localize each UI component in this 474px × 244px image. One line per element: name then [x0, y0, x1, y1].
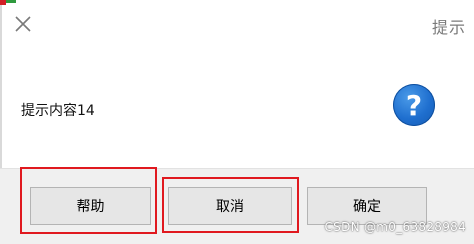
help-button[interactable]: 帮助	[30, 187, 151, 225]
cancel-button[interactable]: 取消	[168, 187, 292, 225]
close-button[interactable]	[10, 11, 36, 37]
close-icon	[15, 16, 31, 32]
question-icon: ?	[393, 84, 435, 126]
background-window-fragment	[6, 0, 16, 3]
dialog-message: 提示内容14	[21, 103, 95, 119]
message-dialog: 提示 提示内容14 ? 帮助 取消 确定 CSDN @m0_63828984	[0, 0, 474, 244]
watermark: CSDN @m0_63828984	[324, 220, 466, 234]
question-mark: ?	[405, 88, 423, 122]
dialog-title: 提示	[431, 18, 466, 37]
